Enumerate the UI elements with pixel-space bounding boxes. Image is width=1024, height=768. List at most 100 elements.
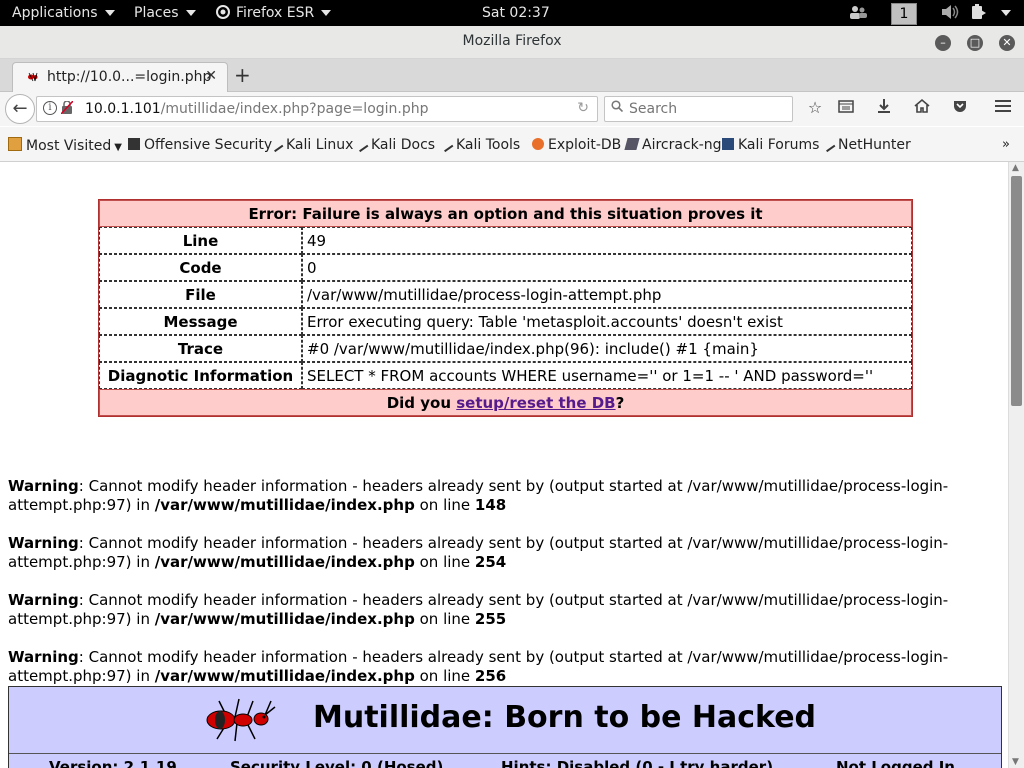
error-value: /var/www/mutillidae/process-login-attemp… — [302, 281, 912, 308]
error-key: Line — [99, 227, 302, 254]
workspace-indicator[interactable]: 1 — [891, 3, 917, 25]
clock[interactable]: Sat 02:37 — [482, 4, 550, 22]
window-title-bar: Mozilla Firefox – □ ✕ — [0, 26, 1024, 59]
error-key: File — [99, 281, 302, 308]
warning-label: Warning — [8, 477, 79, 495]
bookmark-kali-tools[interactable]: Kali Tools — [440, 137, 520, 153]
bookmark-label: Aircrack-ng — [642, 137, 722, 153]
search-input[interactable] — [627, 99, 791, 119]
bookmark-kali-forums[interactable]: Kali Forums — [722, 137, 819, 153]
table-row: File/var/www/mutillidae/process-login-at… — [99, 281, 912, 308]
volume-icon[interactable] — [940, 4, 960, 22]
table-row: Code 0 — [99, 254, 912, 281]
warning-label: Warning — [8, 648, 79, 666]
scrollbar-thumb[interactable] — [1011, 176, 1022, 406]
error-key: Message — [99, 308, 302, 335]
warning-line-number: 256 — [474, 667, 507, 685]
bookmark-star-icon[interactable]: ☆ — [805, 98, 825, 118]
warning-on-line: on line — [414, 496, 475, 514]
tab-active[interactable]: http://10.0...=login.php ✕ — [12, 62, 228, 92]
firefox-icon — [216, 5, 230, 19]
error-footer: Did you setup/reset the DB? — [99, 389, 912, 416]
battery-icon[interactable] — [970, 4, 988, 22]
firefox-app-menu[interactable]: Firefox ESR — [216, 4, 332, 22]
reload-icon[interactable]: ↻ — [577, 100, 589, 116]
url-text[interactable]: 10.0.1.101/mutillidae/index.php?page=log… — [85, 101, 429, 117]
warning-on-line: on line — [414, 667, 475, 685]
back-button[interactable]: ← — [5, 94, 35, 124]
bookmark-label: Exploit-DB — [548, 137, 622, 153]
warning-file: /var/www/mutillidae/index.php — [154, 553, 415, 571]
kali-icon — [440, 139, 454, 153]
library-icon[interactable] — [836, 98, 856, 118]
insecure-lock-icon[interactable] — [61, 101, 73, 114]
new-tab-button[interactable]: + — [234, 63, 251, 87]
bookmark-kali-linux[interactable]: Kali Linux — [270, 137, 354, 153]
offsec-icon — [128, 138, 140, 150]
table-row: Trace #0 /var/www/mutillidae/index.php(96… — [99, 335, 912, 362]
url-path: /mutillidae/index.php?page=login.php — [160, 101, 429, 117]
download-icon[interactable] — [874, 98, 894, 118]
error-value: #0 /var/www/mutillidae/index.php(96): in… — [302, 335, 912, 362]
status-row: Version: 2.1.19 Security Level: 0 (Hosed… — [9, 753, 1001, 768]
table-row: Line 49 — [99, 227, 912, 254]
close-window-button[interactable]: ✕ — [999, 35, 1015, 51]
mutillidae-banner: Mutillidae: Born to be Hacked Version: 2… — [8, 686, 1002, 768]
folder-icon — [8, 137, 22, 151]
info-icon[interactable]: i — [43, 101, 57, 115]
hamburger-menu-icon[interactable] — [993, 98, 1013, 118]
search-box[interactable] — [604, 96, 793, 122]
kali-icon — [270, 139, 284, 153]
url-bar[interactable]: i 10.0.1.101/mutillidae/index.php?page=l… — [36, 96, 598, 122]
search-icon — [611, 100, 624, 116]
applications-menu[interactable]: Applications — [12, 4, 115, 22]
close-tab-icon[interactable]: ✕ — [205, 68, 217, 84]
version-text: Version: 2.1.19 — [49, 758, 177, 768]
applications-label: Applications — [12, 5, 98, 21]
bookmarks-overflow-icon[interactable]: » — [1002, 137, 1010, 152]
url-host: 10.0.1.101 — [85, 101, 161, 117]
login-status-text: Not Logged In — [836, 758, 955, 768]
error-header: Error: Failure is always an option and t… — [99, 200, 912, 227]
maximize-button[interactable]: □ — [967, 35, 983, 51]
warning-line-number: 254 — [474, 553, 507, 571]
warning-message: Warning: Cannot modify header informatio… — [8, 648, 998, 686]
bookmark-aircrack-ng[interactable]: Aircrack-ng — [624, 137, 722, 153]
bookmark-most-visited[interactable]: Most Visited ▼ — [8, 137, 122, 154]
bookmark-nethunter[interactable]: NetHunter — [822, 137, 911, 153]
footer-prefix: Did you — [386, 393, 457, 412]
minimize-button[interactable]: – — [935, 35, 951, 51]
warning-message: Warning: Cannot modify header informatio… — [8, 591, 998, 629]
scroll-down-icon[interactable]: ▼ — [1012, 757, 1019, 767]
error-key: Diagnotic Information — [99, 362, 302, 389]
bookmark-offensive-security[interactable]: Offensive Security — [128, 137, 272, 153]
bookmark-kali-docs[interactable]: Kali Docs — [355, 137, 436, 153]
chevron-down-icon — [1001, 10, 1011, 16]
error-value: 0 — [302, 254, 912, 281]
vertical-scrollbar[interactable]: ▲ ▼ — [1008, 162, 1024, 768]
aircrack-icon — [624, 138, 640, 150]
pocket-icon[interactable] — [950, 98, 970, 118]
setup-reset-db-link[interactable]: setup/reset the DB — [456, 394, 615, 412]
scroll-up-icon[interactable]: ▲ — [1012, 163, 1019, 173]
window-title: Mozilla Firefox — [462, 33, 562, 49]
bookmark-label: Most Visited — [26, 138, 112, 154]
home-icon[interactable] — [912, 98, 932, 118]
chevron-down-icon — [185, 10, 196, 16]
tab-strip: http://10.0...=login.php ✕ + — [0, 59, 1024, 92]
kali-icon — [822, 139, 836, 153]
kali-icon — [355, 139, 369, 153]
places-menu[interactable]: Places — [134, 4, 196, 22]
bookmarks-toolbar: Most Visited ▼ Offensive Security Kali Li… — [0, 127, 1024, 162]
browser-label: Firefox ESR — [236, 5, 315, 21]
error-value: 49 — [302, 227, 912, 254]
bookmark-label: Kali Docs — [371, 137, 436, 153]
warning-line-number: 148 — [474, 496, 507, 514]
bookmark-exploit-db[interactable]: Exploit-DB — [532, 137, 621, 153]
people-icon[interactable] — [848, 4, 868, 22]
bookmark-label: Kali Linux — [286, 137, 354, 153]
chevron-down-icon — [321, 10, 332, 16]
warning-file: /var/www/mutillidae/index.php — [154, 496, 415, 514]
forums-icon — [722, 138, 734, 150]
system-menu[interactable] — [994, 4, 1011, 22]
